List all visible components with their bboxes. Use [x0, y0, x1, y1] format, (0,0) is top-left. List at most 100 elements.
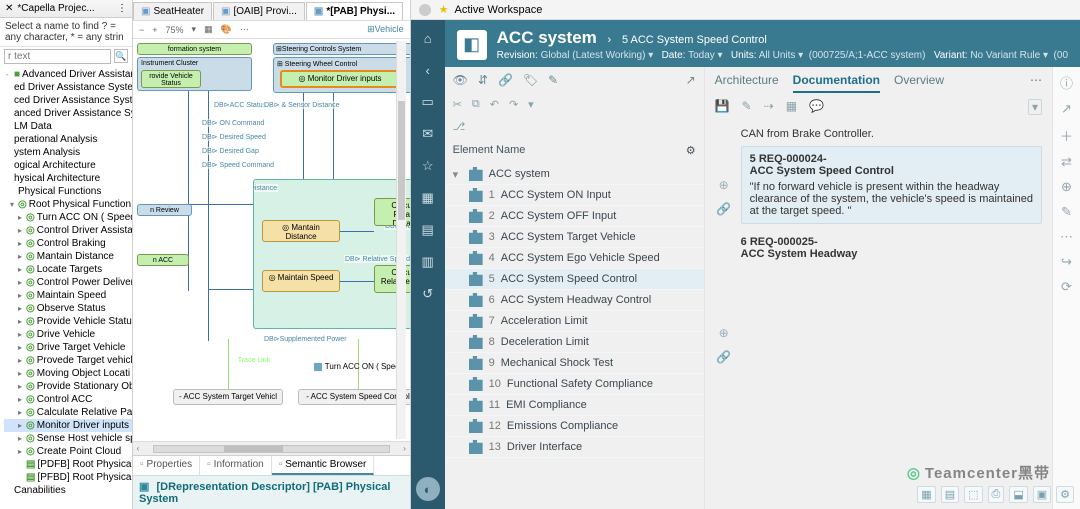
bottom-tab[interactable]: ▫Properties [133, 456, 200, 475]
window-ctrl-icon[interactable] [419, 4, 431, 16]
tree-item[interactable]: anced Driver Assistance Syst [4, 107, 132, 120]
list-item[interactable]: 4 ACC System Ego Vehicle Speed [445, 248, 704, 269]
tree-item[interactable]: ▸◎Locate Targets [4, 263, 132, 276]
bottom-tab[interactable]: ▫Information [200, 456, 272, 475]
add-req-icon[interactable]: ⊕ [719, 178, 729, 192]
ft-7[interactable]: ⚙ [1056, 486, 1074, 503]
variant-dropdown[interactable]: No Variant Rule ▾ [970, 50, 1048, 61]
list-item[interactable]: 2 ACC System OFF Input [445, 206, 704, 227]
editor-tab[interactable]: ▣SeatHeater [133, 2, 212, 20]
node-acc-target-vehicle[interactable]: - ACC System Target Vehicl [173, 389, 283, 405]
tree-item[interactable]: ▾◎Root Physical Function [4, 198, 132, 211]
tab-overflow-icon[interactable]: ⋮ [117, 3, 127, 14]
trace-icon[interactable]: ⇢ [764, 99, 774, 115]
search-icon[interactable]: 🔍 [114, 49, 128, 63]
folder-icon[interactable]: ▭ [416, 90, 440, 114]
ft-2[interactable]: ▤ [941, 486, 959, 503]
tree-item[interactable]: ▸◎Control ACC [4, 393, 132, 406]
tree-item[interactable]: ▤[PDFB] Root Physical F [4, 458, 132, 471]
node-steering-controls[interactable]: ⊞Steering Controls System [273, 43, 410, 55]
list-item[interactable]: 13 Driver Interface [445, 437, 704, 458]
tree-item[interactable]: ▸◎Monitor Driver inputs [4, 419, 132, 432]
copy-icon[interactable]: ⧉ [472, 98, 480, 111]
edit-icon[interactable]: ✎ [1061, 204, 1072, 220]
date-dropdown[interactable]: Today ▾ [688, 50, 722, 61]
ft-3[interactable]: ⬚ [964, 486, 982, 503]
add-req-icon[interactable]: ⊕ [719, 326, 729, 340]
history-icon[interactable]: ↺ [416, 282, 440, 306]
tabs-overflow-icon[interactable]: ⋯ [1030, 73, 1042, 93]
editor-tab[interactable]: ▣[OAIB] Provi... [213, 2, 305, 20]
node-acc-control-unit[interactable]: ⊞ACC Control Unit DB⊳ Relative Distance … [253, 179, 410, 329]
diagram-canvas[interactable]: formation system Instrument Cluster rovi… [133, 39, 410, 441]
link-req-icon[interactable]: 🔗 [716, 350, 731, 364]
more-icon[interactable]: ⋯ [1060, 229, 1073, 245]
list-item[interactable]: 5 ACC System Speed Control [445, 269, 704, 290]
tree-item[interactable]: ▸◎Sense Host vehicle sp [4, 432, 132, 445]
tree-item[interactable]: Canabilities [4, 484, 132, 497]
collapse-icon[interactable]: ▾ [1028, 99, 1042, 115]
node-mantain-distance[interactable]: ◎ Mantain Distance [262, 220, 340, 242]
new-icon[interactable]: ⊕ [1061, 179, 1072, 195]
list-item-root[interactable]: ▾ACC system [445, 164, 704, 185]
requirement-card-partial[interactable]: 6 REQ-000025- ACC System Headway [741, 232, 1042, 264]
tag-icon[interactable]: 🏷 [523, 73, 538, 87]
list-item[interactable]: 10 Functional Safety Compliance [445, 374, 704, 395]
more-icon[interactable]: ⋯ [238, 23, 251, 36]
details-tab-architecture[interactable]: Architecture [715, 73, 779, 93]
vertical-scrollbar[interactable] [396, 41, 406, 439]
back-icon[interactable]: ‹ [416, 58, 440, 82]
filter-icon[interactable]: ▾ [528, 98, 534, 111]
star-icon[interactable]: ★ [439, 3, 449, 16]
tree-item[interactable]: ▸◎Turn ACC ON ( Speed [4, 211, 132, 224]
tree-item[interactable]: ▸◎Drive Vehicle [4, 328, 132, 341]
tree-item[interactable]: ▸◎Create Point Cloud [4, 445, 132, 458]
cut-icon[interactable]: ✂ [453, 98, 462, 111]
scroll-left-icon[interactable]: ‹ [133, 444, 143, 453]
list-item[interactable]: 6 ACC System Headway Control [445, 290, 704, 311]
pin-icon[interactable]: ↗ [1061, 101, 1072, 117]
hierarchy-icon[interactable]: ⎇ [453, 120, 466, 133]
zoom-level[interactable]: 75% [164, 24, 186, 36]
zoom-out-icon[interactable]: − [137, 24, 146, 36]
tree-item[interactable]: ▸◎Provede Target vehicl [4, 354, 132, 367]
undo-icon[interactable]: ↶ [490, 98, 499, 111]
tree-item[interactable]: ced Driver Assistance Syste [4, 94, 132, 107]
tree-item[interactable]: ▸◎Control Driver Assista [4, 224, 132, 237]
favorite-icon[interactable]: ☆ [416, 154, 440, 178]
node-provide-vehicle[interactable]: rovide Vehicle Status [141, 70, 201, 88]
tree-icon[interactable]: ⇵ [478, 73, 488, 87]
node-formation-system[interactable]: formation system [137, 43, 252, 55]
list-item[interactable]: 7 Acceleration Limit [445, 311, 704, 332]
horizontal-scrollbar[interactable]: ‹ › [133, 441, 410, 455]
tree-item[interactable]: ed Driver Assistance Systen [4, 81, 132, 94]
list-item[interactable]: 12 Emissions Compliance [445, 416, 704, 437]
zoom-in-icon[interactable]: + [150, 24, 159, 36]
link-icon[interactable]: 🔗 [498, 73, 513, 87]
relate-icon[interactable]: ⇄ [1061, 154, 1072, 170]
save-icon[interactable]: 💾 [715, 99, 730, 115]
node-monitor-inputs[interactable]: ◎ Monitor Driver inputs [280, 70, 400, 88]
tree-item[interactable]: ▸◎Control Braking [4, 237, 132, 250]
bottom-tab[interactable]: ▫Semantic Browser [272, 456, 375, 475]
list-item[interactable]: 9 Mechanical Shock Test [445, 353, 704, 374]
node-n-review[interactable]: n Review [137, 204, 192, 216]
tree-item[interactable]: ▸◎Provide Vehicle Statu [4, 315, 132, 328]
tree-item[interactable]: ▸◎Mantain Distance [4, 250, 132, 263]
details-tab-documentation[interactable]: Documentation [793, 73, 880, 93]
ft-5[interactable]: ⬓ [1009, 486, 1027, 503]
list-item[interactable]: 1 ACC System ON Input [445, 185, 704, 206]
node-n-acc[interactable]: n ACC [137, 254, 189, 266]
expand-icon[interactable]: ↗ [686, 73, 696, 87]
tree-item[interactable]: ystem Analysis [4, 146, 132, 159]
scroll-right-icon[interactable]: › [400, 444, 410, 453]
tree-item[interactable]: perational Analysis [4, 133, 132, 146]
palette-icon[interactable]: 🎨 [219, 23, 234, 36]
chevron-down-icon[interactable]: ▾ [190, 23, 199, 36]
ft-1[interactable]: ▦ [917, 486, 935, 503]
share-icon[interactable]: ↪ [1061, 254, 1072, 270]
tree-item[interactable]: ▸◎Control Power Deliver [4, 276, 132, 289]
tree-item[interactable]: ▸◎Observe Status [4, 302, 132, 315]
gear-icon[interactable]: ⚙ [686, 144, 696, 157]
add-icon[interactable]: ＋ [1060, 126, 1073, 145]
